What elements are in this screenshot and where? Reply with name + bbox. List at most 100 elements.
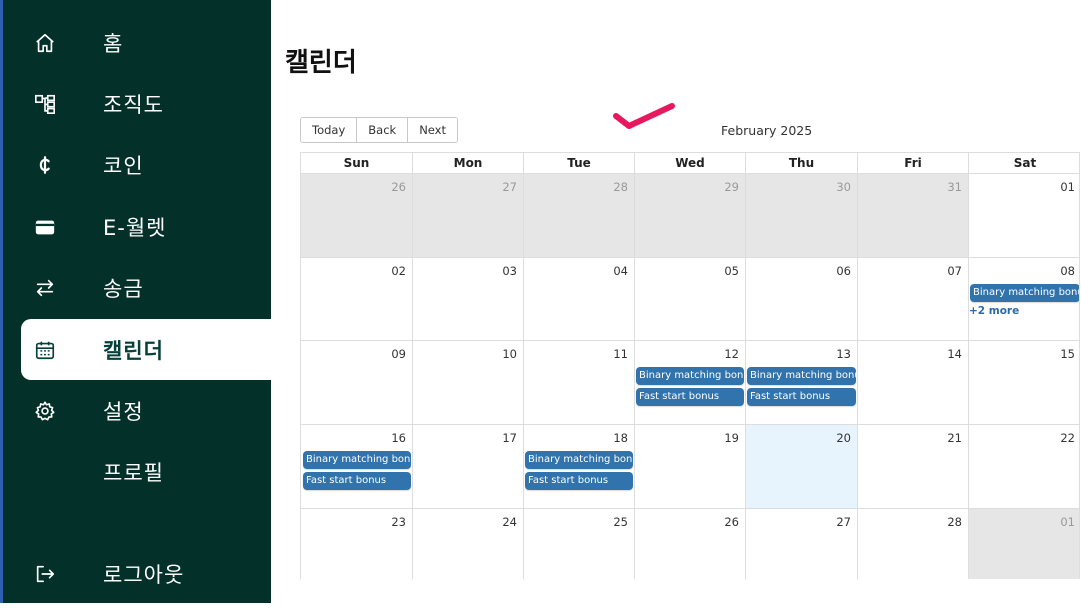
sidebar-item-label: E-월렛 — [103, 215, 167, 240]
day-number[interactable]: 23 — [391, 515, 406, 529]
sidebar-item-0[interactable]: 홈 — [21, 12, 271, 73]
calendar-event[interactable]: Binary matching bonus — [747, 367, 856, 385]
day-number[interactable]: 28 — [947, 515, 962, 529]
day-cell[interactable]: 26 — [301, 174, 412, 258]
day-cell[interactable]: 03 — [412, 258, 523, 341]
sidebar-item-7[interactable]: 프로필 — [21, 441, 271, 502]
today-button[interactable]: Today — [301, 118, 358, 142]
day-number[interactable]: 04 — [613, 264, 628, 278]
day-number[interactable]: 01 — [1060, 180, 1075, 194]
day-number[interactable]: 06 — [836, 264, 851, 278]
day-cell[interactable]: 27 — [745, 509, 857, 579]
calendar-event[interactable]: Fast start bonus — [303, 472, 411, 490]
day-number[interactable]: 19 — [724, 431, 739, 445]
day-number[interactable]: 13 — [836, 347, 851, 361]
day-cell[interactable]: 21 — [857, 425, 968, 509]
day-number[interactable]: 27 — [502, 180, 517, 194]
day-cell[interactable]: 06 — [745, 258, 857, 341]
day-number[interactable]: 30 — [836, 180, 851, 194]
day-number[interactable]: 31 — [947, 180, 962, 194]
calendar-toolbar: Today Back Next — [300, 117, 458, 143]
calendar-event[interactable]: Binary matching bonus — [303, 451, 411, 469]
day-number[interactable]: 07 — [947, 264, 962, 278]
day-number[interactable]: 27 — [836, 515, 851, 529]
day-number[interactable]: 26 — [724, 515, 739, 529]
day-cell[interactable]: 14 — [857, 341, 968, 425]
day-number[interactable]: 11 — [613, 347, 628, 361]
day-cell[interactable]: 15 — [968, 341, 1079, 425]
day-cell[interactable]: 23 — [301, 509, 412, 579]
transfer-icon — [33, 276, 57, 300]
day-cell[interactable]: 26 — [634, 509, 745, 579]
calendar-event[interactable]: Fast start bonus — [525, 472, 633, 490]
sidebar-item-2[interactable]: 코인 — [21, 134, 271, 195]
calendar-event[interactable]: Binary matching bonus — [970, 284, 1079, 302]
day-number[interactable]: 03 — [502, 264, 517, 278]
day-cell[interactable]: 07 — [857, 258, 968, 341]
day-cell[interactable]: 25 — [523, 509, 634, 579]
sidebar-item-4[interactable]: 송금 — [21, 257, 271, 318]
day-cell[interactable]: 01 — [968, 509, 1079, 579]
day-cell[interactable]: 10 — [412, 341, 523, 425]
day-cell[interactable]: 27 — [412, 174, 523, 258]
day-cell[interactable]: 20 — [745, 425, 857, 509]
day-number[interactable]: 10 — [502, 347, 517, 361]
day-number[interactable]: 20 — [836, 431, 851, 445]
day-cell[interactable]: 11 — [523, 341, 634, 425]
day-number[interactable]: 02 — [391, 264, 406, 278]
day-number[interactable]: 17 — [502, 431, 517, 445]
day-number[interactable]: 26 — [391, 180, 406, 194]
day-number[interactable]: 22 — [1060, 431, 1075, 445]
day-cell[interactable]: 22 — [968, 425, 1079, 509]
day-number[interactable]: 25 — [613, 515, 628, 529]
day-cell[interactable]: 31 — [857, 174, 968, 258]
day-number[interactable]: 18 — [613, 431, 628, 445]
next-button[interactable]: Next — [408, 118, 457, 142]
day-number[interactable]: 12 — [724, 347, 739, 361]
window-frame-bottom — [0, 603, 1081, 609]
calendar-event[interactable]: Binary matching bonus — [525, 451, 633, 469]
day-cell[interactable]: 28 — [523, 174, 634, 258]
day-number[interactable]: 14 — [947, 347, 962, 361]
coin-icon — [33, 153, 57, 177]
day-cell[interactable]: 29 — [634, 174, 745, 258]
calendar-event[interactable]: Fast start bonus — [747, 388, 856, 406]
gear-icon — [33, 399, 57, 423]
day-cell[interactable]: 02 — [301, 258, 412, 341]
day-cell[interactable]: 17 — [412, 425, 523, 509]
day-number[interactable]: 01 — [1060, 515, 1075, 529]
day-number[interactable]: 29 — [724, 180, 739, 194]
day-number[interactable]: 15 — [1060, 347, 1075, 361]
day-cell[interactable]: 28 — [857, 509, 968, 579]
weekday-header-cell: Sun — [343, 156, 370, 170]
day-cell[interactable]: 01 — [968, 174, 1079, 258]
day-number[interactable]: 24 — [502, 515, 517, 529]
sidebar-item-6[interactable]: 설정 — [21, 380, 271, 441]
more-events-link[interactable]: +2 more — [969, 305, 1019, 317]
sidebar-item-label: 설정 — [103, 399, 144, 424]
sidebar-item-1[interactable]: 조직도 — [21, 73, 271, 134]
day-cell[interactable]: 09 — [301, 341, 412, 425]
checkmark-annotation-icon — [613, 103, 675, 129]
sidebar-item-3[interactable]: E-월렛 — [21, 196, 271, 257]
sidebar-item-5[interactable]: 캘린더 — [21, 319, 271, 380]
day-cell[interactable]: 19 — [634, 425, 745, 509]
calendar-event[interactable]: Binary matching bonus — [636, 367, 744, 385]
day-number[interactable]: 16 — [391, 431, 406, 445]
calendar-event[interactable]: Fast start bonus — [636, 388, 744, 406]
day-number[interactable]: 28 — [613, 180, 628, 194]
day-cell[interactable]: 24 — [412, 509, 523, 579]
day-number[interactable]: 05 — [724, 264, 739, 278]
weekday-header-cell: Wed — [634, 153, 745, 174]
day-cell[interactable]: 04 — [523, 258, 634, 341]
sidebar-item-8[interactable]: 로그아웃 — [21, 543, 271, 604]
day-number[interactable]: 08 — [1060, 264, 1075, 278]
sidebar-item-label: 코인 — [103, 153, 144, 178]
sidebar-item-label: 로그아웃 — [103, 562, 185, 587]
day-cell[interactable]: 30 — [745, 174, 857, 258]
day-number[interactable]: 09 — [391, 347, 406, 361]
day-number[interactable]: 21 — [947, 431, 962, 445]
day-cell[interactable]: 05 — [634, 258, 745, 341]
back-button[interactable]: Back — [357, 118, 409, 142]
weekday-header: Sun Mon Tue Wed Thu Fri Sat — [301, 153, 1079, 174]
